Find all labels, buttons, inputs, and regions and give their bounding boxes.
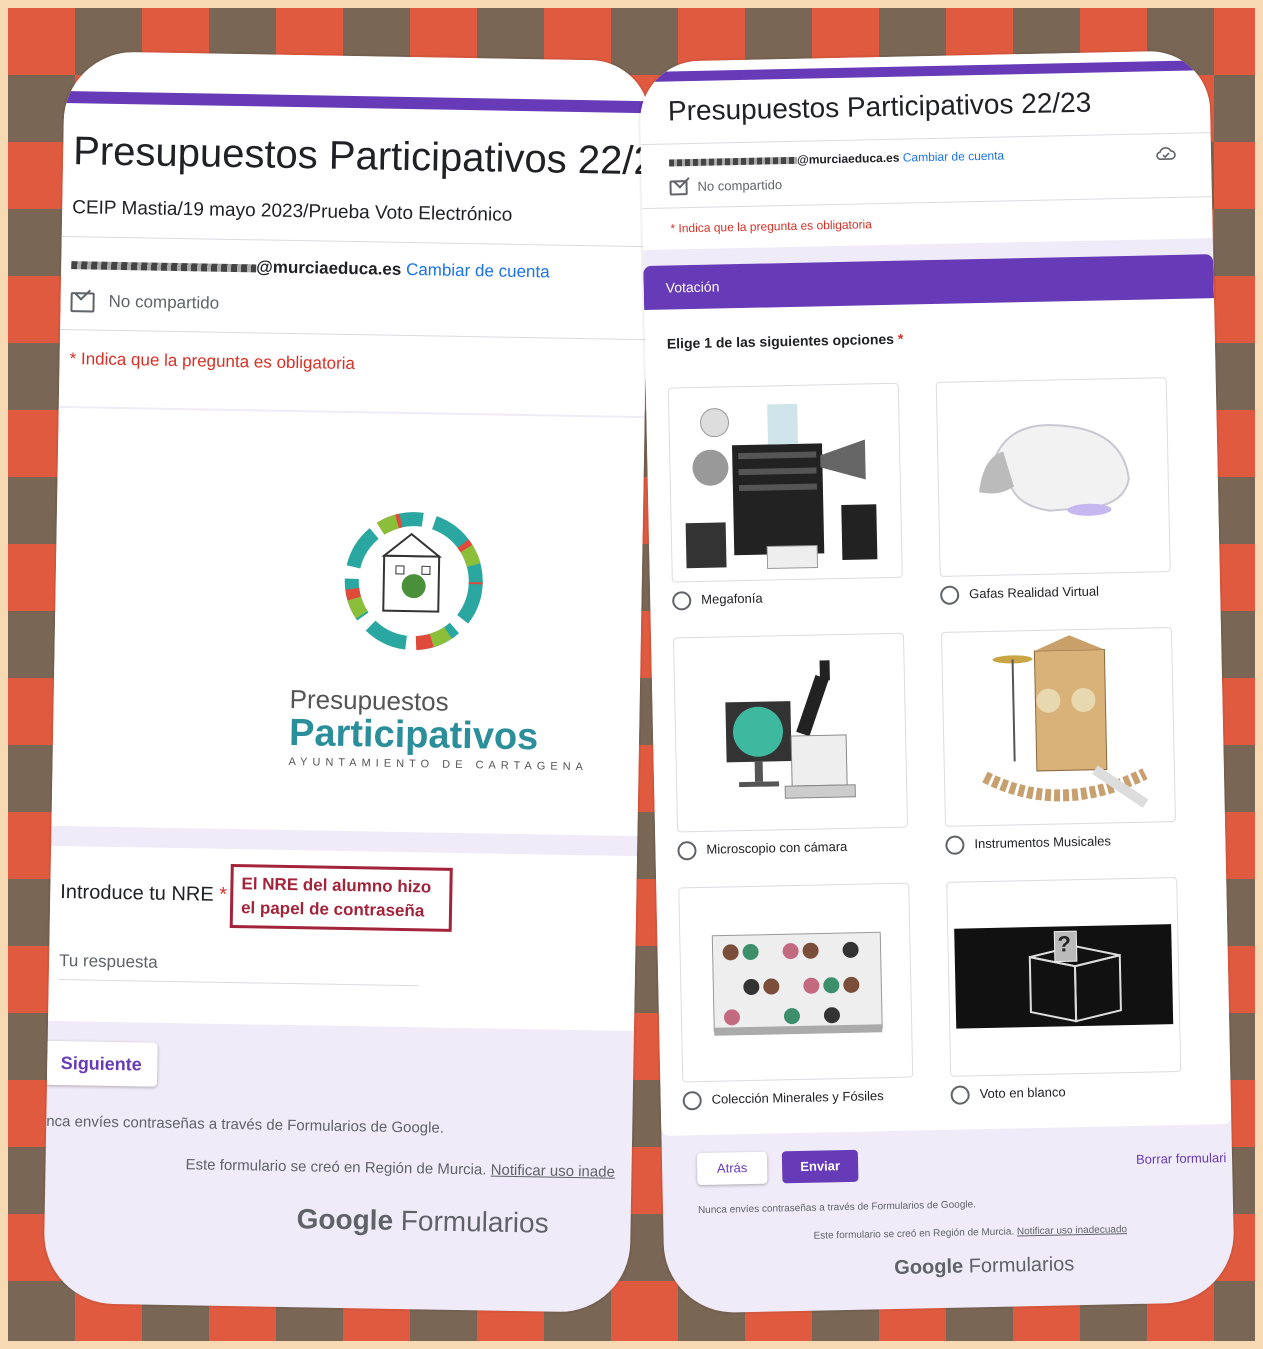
not-shared-label: No compartido bbox=[108, 291, 220, 313]
cloud-saved-icon bbox=[1156, 147, 1176, 160]
required-note: * Indica que la pregunta es obligatoria bbox=[670, 217, 873, 236]
radio-button[interactable] bbox=[677, 841, 697, 861]
logo-card: Presupuestos Participativos AYUNTAMIENTO… bbox=[51, 407, 645, 837]
required-note: * Indica que la pregunta es obligatoria bbox=[69, 349, 356, 374]
created-in-row: Este formulario se creó en Región de Mur… bbox=[813, 1224, 1127, 1242]
required-star: * bbox=[897, 330, 904, 347]
speaker-icon bbox=[685, 403, 878, 570]
google-forms-brand[interactable]: Google Formularios bbox=[296, 1203, 549, 1239]
next-button[interactable]: Siguiente bbox=[44, 1040, 158, 1087]
option-image-microscopio[interactable] bbox=[673, 632, 909, 833]
ballot-box-icon: ? bbox=[954, 924, 1174, 1029]
option-label: Gafas Realidad Virtual bbox=[969, 583, 1100, 602]
brand-google: Google bbox=[894, 1255, 964, 1280]
created-in-text: Este formulario se creó en Región de Mur… bbox=[813, 1226, 1015, 1242]
radio-button[interactable] bbox=[672, 591, 692, 611]
option-minerales[interactable]: Colección Minerales y Fósiles bbox=[682, 1087, 884, 1111]
not-shared-row: No compartido bbox=[669, 177, 783, 196]
left-phone-screen: Presupuestos Participativos 22/2 CEIP Ma… bbox=[43, 50, 651, 1314]
voting-card: Votación Elige 1 de las siguientes opcio… bbox=[643, 254, 1232, 1136]
brand-forms: Formularios bbox=[400, 1205, 549, 1239]
radio-button[interactable] bbox=[945, 835, 965, 855]
logo-line2: Participativos bbox=[288, 712, 539, 759]
microscope-icon bbox=[725, 660, 856, 799]
account-row: @murciaeduca.es Cambiar de cuenta bbox=[669, 148, 1004, 169]
form-title: Presupuestos Participativos 22/23 bbox=[667, 86, 1092, 127]
question-label-row: Introduce tu NRE * bbox=[60, 881, 227, 907]
option-label: Voto en blanco bbox=[979, 1084, 1066, 1102]
nre-answer-input[interactable]: Tu respuesta bbox=[58, 951, 420, 987]
question-row: Elige 1 de las siguientes opciones * bbox=[667, 331, 904, 352]
radio-button[interactable] bbox=[939, 585, 960, 605]
switch-account-link[interactable]: Cambiar de cuenta bbox=[903, 148, 1005, 164]
question-card: Introduce tu NRE * El NRE del alumno hiz… bbox=[48, 845, 638, 1032]
redacted-user bbox=[71, 260, 257, 272]
not-shared-row: No compartido bbox=[70, 291, 219, 314]
radio-button[interactable] bbox=[682, 1091, 702, 1111]
mail-off-icon bbox=[70, 291, 95, 313]
account-email: @murciaeduca.es bbox=[256, 257, 402, 279]
option-image-voto-blanco[interactable]: ? bbox=[946, 877, 1182, 1077]
brand-google: Google bbox=[296, 1203, 394, 1236]
created-in-row: Este formulario se creó en Región de Mur… bbox=[185, 1156, 615, 1180]
instruments-icon bbox=[982, 635, 1149, 808]
vr-headset-icon bbox=[979, 424, 1130, 516]
switch-account-link[interactable]: Cambiar de cuenta bbox=[406, 260, 550, 282]
option-image-gafas[interactable] bbox=[935, 377, 1171, 577]
section-title: Votación bbox=[665, 278, 720, 296]
option-label: Colección Minerales y Fósiles bbox=[711, 1088, 884, 1107]
option-label: Microscopio con cámara bbox=[706, 838, 848, 857]
radio-button[interactable] bbox=[950, 1085, 970, 1105]
account-row: @murciaeduca.es Cambiar de cuenta bbox=[71, 254, 550, 282]
password-warning: nca envíes contraseñas a través de Formu… bbox=[46, 1112, 445, 1137]
report-abuse-link[interactable]: Notificar uso inade bbox=[491, 1162, 616, 1181]
option-label: Instrumentos Musicales bbox=[974, 833, 1112, 852]
accent-bar bbox=[64, 90, 651, 114]
question-label: Introduce tu NRE bbox=[60, 881, 214, 906]
right-phone-screen: Presupuestos Participativos 22/23 @murci… bbox=[638, 50, 1236, 1314]
clear-form-button[interactable]: Borrar formulari bbox=[1136, 1150, 1227, 1167]
header-card: Presupuestos Participativos 22/23 @murci… bbox=[638, 50, 1213, 251]
minerals-icon bbox=[711, 931, 883, 1036]
option-instrumentos[interactable]: Instrumentos Musicales bbox=[945, 832, 1112, 855]
option-voto-blanco[interactable]: Voto en blanco bbox=[950, 1083, 1066, 1105]
option-image-megafonia[interactable] bbox=[667, 382, 903, 583]
question-text: Elige 1 de las siguientes opciones bbox=[666, 330, 895, 352]
option-image-instrumentos[interactable] bbox=[940, 627, 1176, 827]
back-button[interactable]: Atrás bbox=[696, 1151, 768, 1186]
report-abuse-link[interactable]: Notificar uso inadecuado bbox=[1017, 1224, 1127, 1237]
mail-off-icon bbox=[669, 180, 688, 196]
option-label: Megafonía bbox=[701, 590, 763, 607]
google-forms-brand[interactable]: Google Formularios bbox=[894, 1253, 1074, 1280]
submit-button[interactable]: Enviar bbox=[781, 1149, 859, 1184]
required-star: * bbox=[219, 883, 228, 906]
ballot-question-mark: ? bbox=[1057, 931, 1072, 957]
community-logo-icon bbox=[344, 512, 483, 651]
not-shared-label: No compartido bbox=[697, 177, 783, 194]
option-microscopio[interactable]: Microscopio con cámara bbox=[677, 838, 847, 861]
option-megafonia[interactable]: Megafonía bbox=[672, 590, 763, 611]
password-warning: Nunca envíes contraseñas a través de For… bbox=[697, 1199, 977, 1217]
redacted-user bbox=[669, 157, 798, 167]
logo-line3: AYUNTAMIENTO DE CARTAGENA bbox=[288, 755, 589, 774]
section-header: Votación bbox=[643, 254, 1215, 311]
account-email: @murciaeduca.es bbox=[796, 150, 900, 167]
accent-bar bbox=[639, 60, 1210, 83]
annotation-callout: El NRE del alumno hizo el papel de contr… bbox=[229, 863, 453, 932]
created-in-text: Este formulario se creó en Región de Mur… bbox=[185, 1156, 487, 1179]
option-image-minerales[interactable] bbox=[678, 882, 914, 1083]
header-card: Presupuestos Participativos 22/2 CEIP Ma… bbox=[58, 50, 651, 417]
form-description: CEIP Mastia/19 mayo 2023/Prueba Voto Ele… bbox=[72, 197, 513, 226]
brand-forms: Formularios bbox=[968, 1253, 1075, 1278]
option-gafas[interactable]: Gafas Realidad Virtual bbox=[939, 583, 1100, 605]
form-title: Presupuestos Participativos 22/2 bbox=[72, 129, 651, 184]
